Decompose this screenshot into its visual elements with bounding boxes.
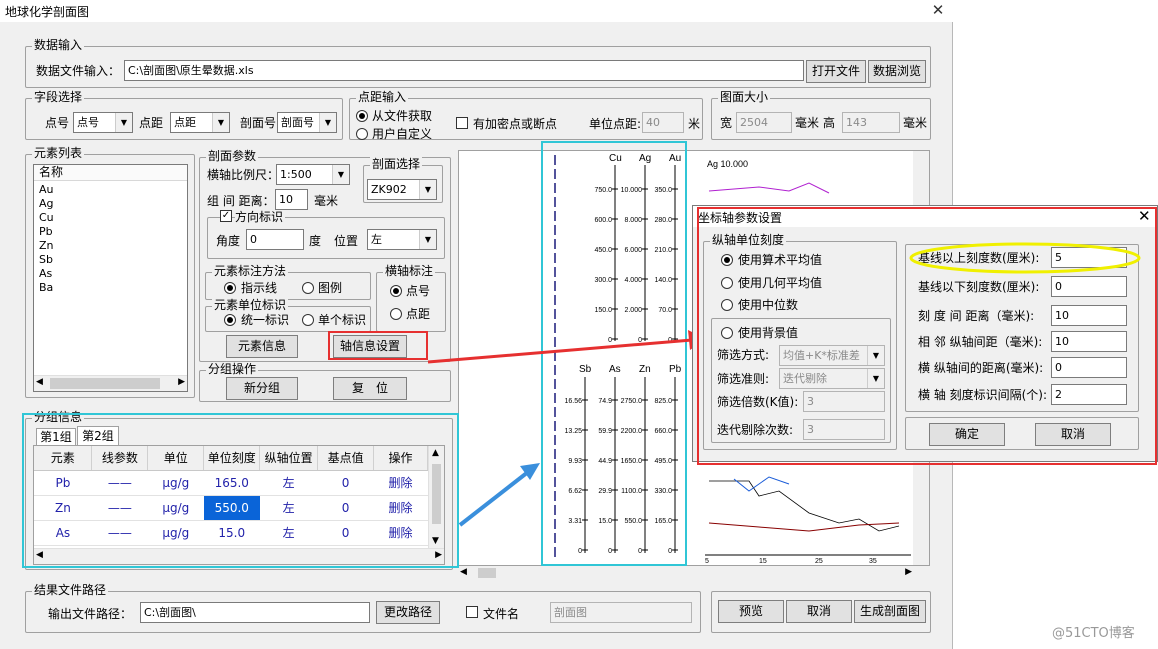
yellow-ellipse (909, 242, 1141, 274)
yellow-ellipse-annotation (909, 242, 1141, 274)
watermark: @51CTO博客 (1052, 626, 1135, 641)
